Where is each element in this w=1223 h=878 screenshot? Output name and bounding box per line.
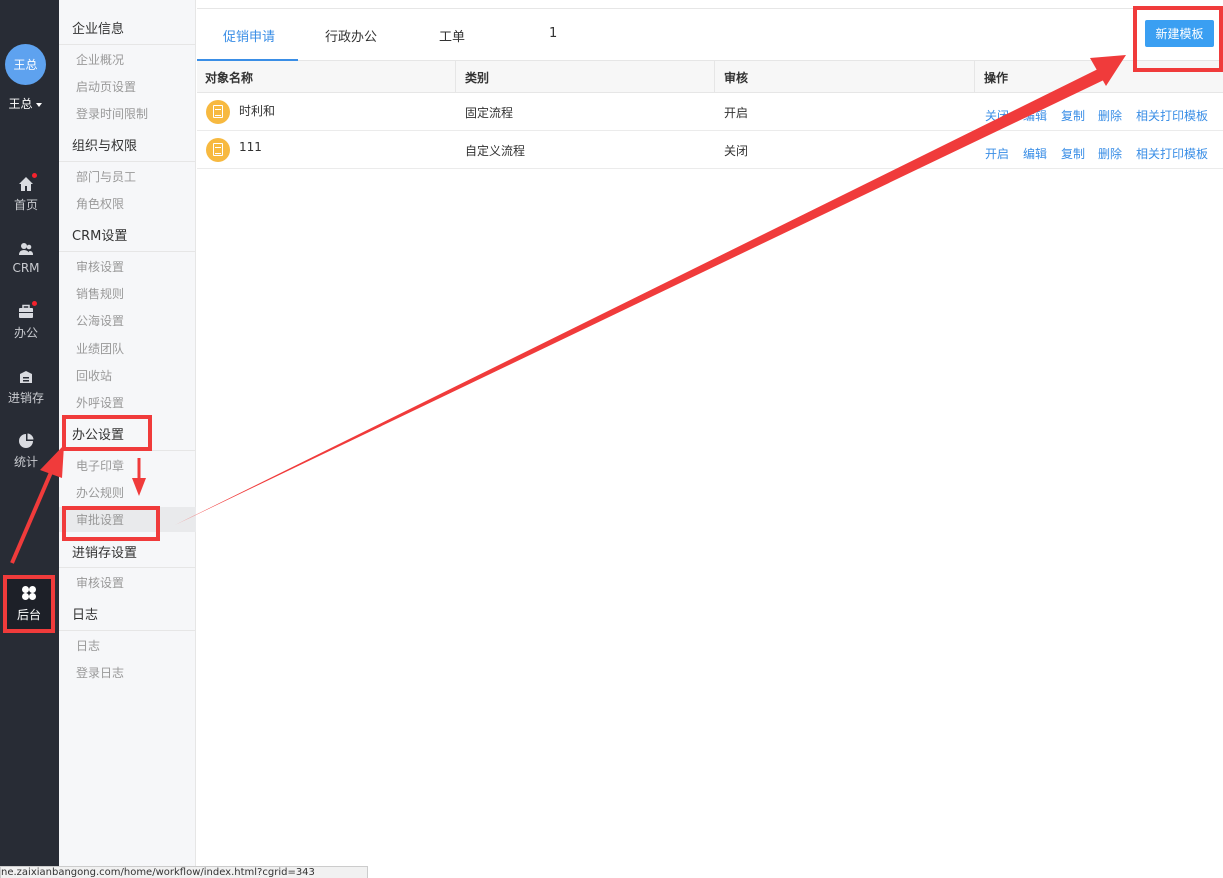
submenu-item[interactable]: 登录时间限制 <box>76 105 148 122</box>
cell-category: 自定义流程 <box>465 144 526 158</box>
nav-item-office[interactable]: 办公 <box>0 301 52 341</box>
avatar[interactable]: 王总 <box>5 44 46 85</box>
column-divider <box>714 61 715 93</box>
submenu-item[interactable]: 电子印章 <box>76 457 124 474</box>
submenu-item[interactable]: 企业概况 <box>76 51 124 68</box>
submenu-item[interactable]: 审核设置 <box>76 574 124 591</box>
clover-icon <box>22 586 36 600</box>
submenu-item[interactable]: 登录日志 <box>76 664 124 681</box>
delete-link[interactable]: 删除 <box>1098 107 1122 124</box>
submenu-item[interactable]: 外呼设置 <box>76 394 124 411</box>
submenu-group-title[interactable]: 组织与权限 <box>72 135 137 154</box>
submenu-item[interactable]: 销售规则 <box>76 285 124 302</box>
submenu-group-title[interactable]: 进销存设置 <box>72 542 137 561</box>
submenu-group-title[interactable]: CRM设置 <box>72 225 127 244</box>
briefcase-icon <box>19 304 33 318</box>
divider <box>59 251 196 252</box>
users-icon <box>19 243 33 255</box>
tab-admin-office[interactable]: 行政办公 <box>325 26 377 45</box>
tab-promotion-request[interactable]: 促销申请 <box>223 26 275 45</box>
table-row: 时利和 固定流程 开启 关闭 编辑 复制 删除 相关打印模板 <box>197 93 1223 131</box>
user-menu[interactable]: 王总 <box>0 95 50 112</box>
document-icon <box>206 100 230 124</box>
user-name: 王总 <box>8 97 33 111</box>
pie-chart-icon <box>19 433 34 448</box>
column-divider <box>455 61 456 93</box>
cell-name: 111 <box>239 140 262 154</box>
nav-label: 后台 <box>16 608 41 622</box>
nav-label: CRM <box>12 261 40 275</box>
tab-bar: 促销申请 行政办公 工单 1 <box>197 8 1223 61</box>
annotation-box <box>1133 6 1223 72</box>
copy-link[interactable]: 复制 <box>1061 107 1085 124</box>
table-row: 111 自定义流程 关闭 开启 编辑 复制 删除 相关打印模板 <box>197 131 1223 169</box>
document-icon <box>206 138 230 162</box>
nav-label: 统计 <box>13 455 38 469</box>
column-header: 对象名称 <box>205 71 254 85</box>
submenu-item[interactable]: 审核设置 <box>76 258 124 275</box>
nav-item-inventory[interactable]: 进销存 <box>0 369 52 406</box>
edit-link[interactable]: 编辑 <box>1023 107 1047 124</box>
divider <box>59 567 196 568</box>
tab-1[interactable]: 1 <box>549 26 557 41</box>
template-table: 对象名称 类别 审核 操作 时利和 固定流程 开启 关闭 编辑 复制 删除 相关… <box>197 61 1223 169</box>
divider <box>59 161 196 162</box>
submenu-item[interactable]: 公海设置 <box>76 312 124 329</box>
home-icon <box>19 177 33 191</box>
nav-label: 进销存 <box>7 391 44 405</box>
print-template-link[interactable]: 相关打印模板 <box>1136 145 1208 162</box>
toggle-link[interactable]: 关闭 <box>985 107 1009 124</box>
nav-item-backend[interactable]: 后台 <box>3 575 55 633</box>
column-header: 类别 <box>465 71 490 85</box>
submenu-group-title[interactable]: 企业信息 <box>72 18 124 37</box>
submenu-item[interactable]: 日志 <box>76 637 100 654</box>
divider <box>59 630 196 631</box>
annotation-box <box>62 415 152 451</box>
tab-work-order[interactable]: 工单 <box>439 26 465 45</box>
cell-name: 时利和 <box>239 104 276 118</box>
nav-label: 办公 <box>13 326 38 340</box>
print-template-link[interactable]: 相关打印模板 <box>1136 107 1208 124</box>
nav-label: 首页 <box>13 198 38 212</box>
submenu-item[interactable]: 部门与员工 <box>76 168 136 185</box>
nav-item-crm[interactable]: CRM <box>0 241 52 275</box>
table-header: 对象名称 类别 审核 操作 <box>197 61 1223 93</box>
cell-review: 开启 <box>724 106 749 120</box>
column-divider <box>974 61 975 93</box>
submenu-item[interactable]: 角色权限 <box>76 195 124 212</box>
nav-item-stats[interactable]: 统计 <box>0 433 52 470</box>
status-url-bar: ne.zaixianbangong.com/home/workflow/inde… <box>0 866 368 878</box>
submenu-item[interactable]: 回收站 <box>76 367 112 384</box>
submenu-item[interactable]: 办公规则 <box>76 484 124 501</box>
copy-link[interactable]: 复制 <box>1061 145 1085 162</box>
column-header: 审核 <box>724 71 749 85</box>
submenu-item[interactable]: 启动页设置 <box>76 78 136 95</box>
cell-category: 固定流程 <box>465 106 514 120</box>
notification-dot <box>32 173 37 178</box>
column-header: 操作 <box>984 71 1009 85</box>
submenu-group-title[interactable]: 日志 <box>72 604 98 623</box>
cell-review: 关闭 <box>724 144 749 158</box>
notification-dot <box>32 301 37 306</box>
annotation-box <box>62 506 160 541</box>
submenu-item[interactable]: 业绩团队 <box>76 340 124 357</box>
toggle-link[interactable]: 开启 <box>985 145 1009 162</box>
inventory-icon <box>20 371 32 383</box>
divider <box>59 44 196 45</box>
main-nav: 王总 王总 首页 CRM 办公 进销存 统计 后台 <box>0 0 59 866</box>
nav-item-home[interactable]: 首页 <box>0 173 52 213</box>
edit-link[interactable]: 编辑 <box>1023 145 1047 162</box>
delete-link[interactable]: 删除 <box>1098 145 1122 162</box>
caret-down-icon <box>35 102 42 107</box>
